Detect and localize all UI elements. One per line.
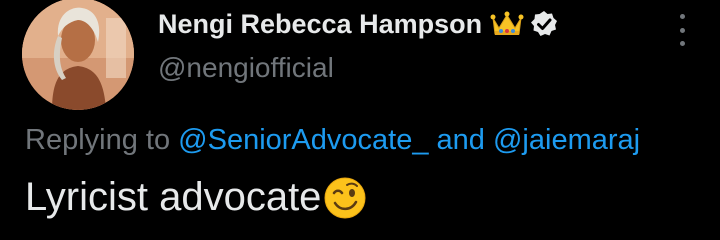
mention-link-1[interactable]: @SeniorAdvocate_ (178, 124, 428, 156)
mention-conjunction[interactable]: and (437, 124, 485, 156)
replying-to-label: Replying to (25, 124, 171, 156)
verified-badge-icon (531, 11, 558, 36)
dot-icon (679, 41, 685, 46)
tweet-body: Lyricist advocate (25, 175, 322, 219)
more-options-icon[interactable] (670, 10, 694, 50)
display-name[interactable]: Nengi Rebecca Hampson (158, 9, 482, 40)
avatar[interactable] (22, 0, 134, 110)
dot-icon (679, 27, 685, 33)
avatar-photo (22, 0, 134, 110)
crown-emoji-icon (490, 11, 524, 35)
winking-face-emoji-icon (324, 177, 366, 218)
dot-icon (679, 14, 685, 19)
replying-to-line: Replying to @SeniorAdvocate_ and @jaiema… (25, 124, 640, 157)
tweet-text: Lyricist advocate (25, 175, 367, 220)
author-handle[interactable]: @nengiofficial (158, 52, 334, 84)
mention-link-2[interactable]: @jaiemaraj (493, 124, 640, 156)
